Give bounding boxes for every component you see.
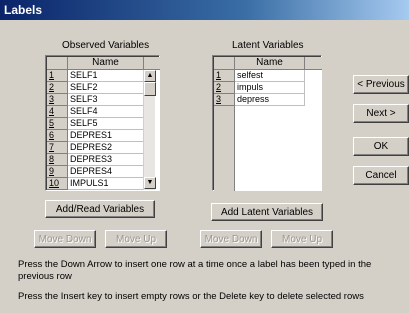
observed-name-column-header[interactable]: Name xyxy=(68,57,144,70)
latent-name-column-header[interactable]: Name xyxy=(235,57,305,70)
observed-row-number-label: 8 xyxy=(49,154,55,164)
observed-row-number-label: 4 xyxy=(49,106,55,116)
observed-row-number[interactable]: 1 xyxy=(47,70,68,82)
latent-row-number[interactable]: 2 xyxy=(214,82,235,94)
observed-row-number[interactable]: 7 xyxy=(47,142,68,154)
latent-variables-grid[interactable]: Name 1 selfest 2 impuls 3 depress xyxy=(212,55,322,191)
add-read-variables-button[interactable]: Add/Read Variables xyxy=(45,200,155,218)
ok-button[interactable]: OK xyxy=(353,137,409,156)
scroll-up-arrow-icon[interactable]: ▲ xyxy=(144,70,156,82)
latent-variables-heading: Latent Variables xyxy=(232,40,304,51)
observed-row-number[interactable]: 3 xyxy=(47,94,68,106)
observed-row-number[interactable]: 2 xyxy=(47,82,68,94)
observed-variables-grid[interactable]: Name 1 SELF1 2 SELF2 3 SELF3 4 SELF4 5 SELF5 6 DEPR… xyxy=(45,55,160,191)
observed-scrollbar[interactable]: ▲ ▼ xyxy=(143,70,156,190)
scroll-thumb[interactable] xyxy=(144,82,156,96)
observed-row-number-label: 10 xyxy=(49,178,60,188)
observed-row-number-label: 1 xyxy=(49,70,55,80)
observed-move-down-button[interactable]: Move Down xyxy=(34,230,96,248)
observed-row-number[interactable]: 5 xyxy=(47,118,68,130)
latent-header-spacer xyxy=(305,57,322,70)
observed-name-cell[interactable]: SELF5 xyxy=(68,118,144,130)
latent-row-number[interactable]: 3 xyxy=(214,94,235,106)
observed-corner-header xyxy=(47,57,68,70)
observed-row-number[interactable]: 6 xyxy=(47,130,68,142)
observed-row-number-label: 9 xyxy=(49,166,55,176)
observed-row-number-label: 6 xyxy=(49,130,55,140)
observed-row-number[interactable]: 9 xyxy=(47,166,68,178)
latent-name-cell[interactable]: depress xyxy=(235,94,305,106)
observed-header-spacer xyxy=(144,57,160,70)
observed-row-number-label: 5 xyxy=(49,118,55,128)
add-latent-variables-button[interactable]: Add Latent Variables xyxy=(211,203,323,221)
latent-move-up-button[interactable]: Move Up xyxy=(271,230,333,248)
observed-name-cell[interactable]: DEPRES2 xyxy=(68,142,144,154)
observed-name-cell[interactable]: SELF3 xyxy=(68,94,144,106)
observed-name-cell[interactable]: DEPRES4 xyxy=(68,166,144,178)
instruction-down-arrow: Press the Down Arrow to insert one row a… xyxy=(18,259,372,282)
latent-name-cell[interactable]: impuls xyxy=(235,82,305,94)
latent-row-number-label: 3 xyxy=(216,94,222,104)
observed-row-number[interactable]: 4 xyxy=(47,106,68,118)
latent-corner-header xyxy=(214,57,235,70)
observed-move-up-button[interactable]: Move Up xyxy=(105,230,167,248)
cancel-button[interactable]: Cancel xyxy=(353,166,409,185)
observed-row-number[interactable]: 8 xyxy=(47,154,68,166)
observed-row-number-label: 2 xyxy=(49,82,55,92)
latent-row-number[interactable]: 1 xyxy=(214,70,235,82)
latent-move-down-button[interactable]: Move Down xyxy=(200,230,262,248)
next-button[interactable]: Next > xyxy=(353,104,409,123)
observed-name-cell[interactable]: DEPRES1 xyxy=(68,130,144,142)
observed-variables-heading: Observed Variables xyxy=(62,40,150,51)
observed-name-cell[interactable]: SELF4 xyxy=(68,106,144,118)
latent-name-cell[interactable]: selfest xyxy=(235,70,305,82)
previous-button[interactable]: < Previous xyxy=(353,75,409,94)
window-title: Labels xyxy=(0,0,409,20)
observed-name-cell[interactable]: IMPULS1 xyxy=(68,178,144,190)
observed-name-cell[interactable]: SELF1 xyxy=(68,70,144,82)
observed-row-number-label: 3 xyxy=(49,94,55,104)
observed-name-cell[interactable]: SELF2 xyxy=(68,82,144,94)
scroll-down-arrow-icon[interactable]: ▼ xyxy=(144,177,156,189)
latent-row-number-label: 2 xyxy=(216,82,222,92)
observed-row-number-label: 7 xyxy=(49,142,55,152)
observed-name-cell[interactable]: DEPRES3 xyxy=(68,154,144,166)
latent-row-number-label: 1 xyxy=(216,70,222,80)
instruction-insert-delete: Press the Insert key to insert empty row… xyxy=(18,291,364,302)
observed-row-number[interactable]: 10 xyxy=(47,178,68,190)
